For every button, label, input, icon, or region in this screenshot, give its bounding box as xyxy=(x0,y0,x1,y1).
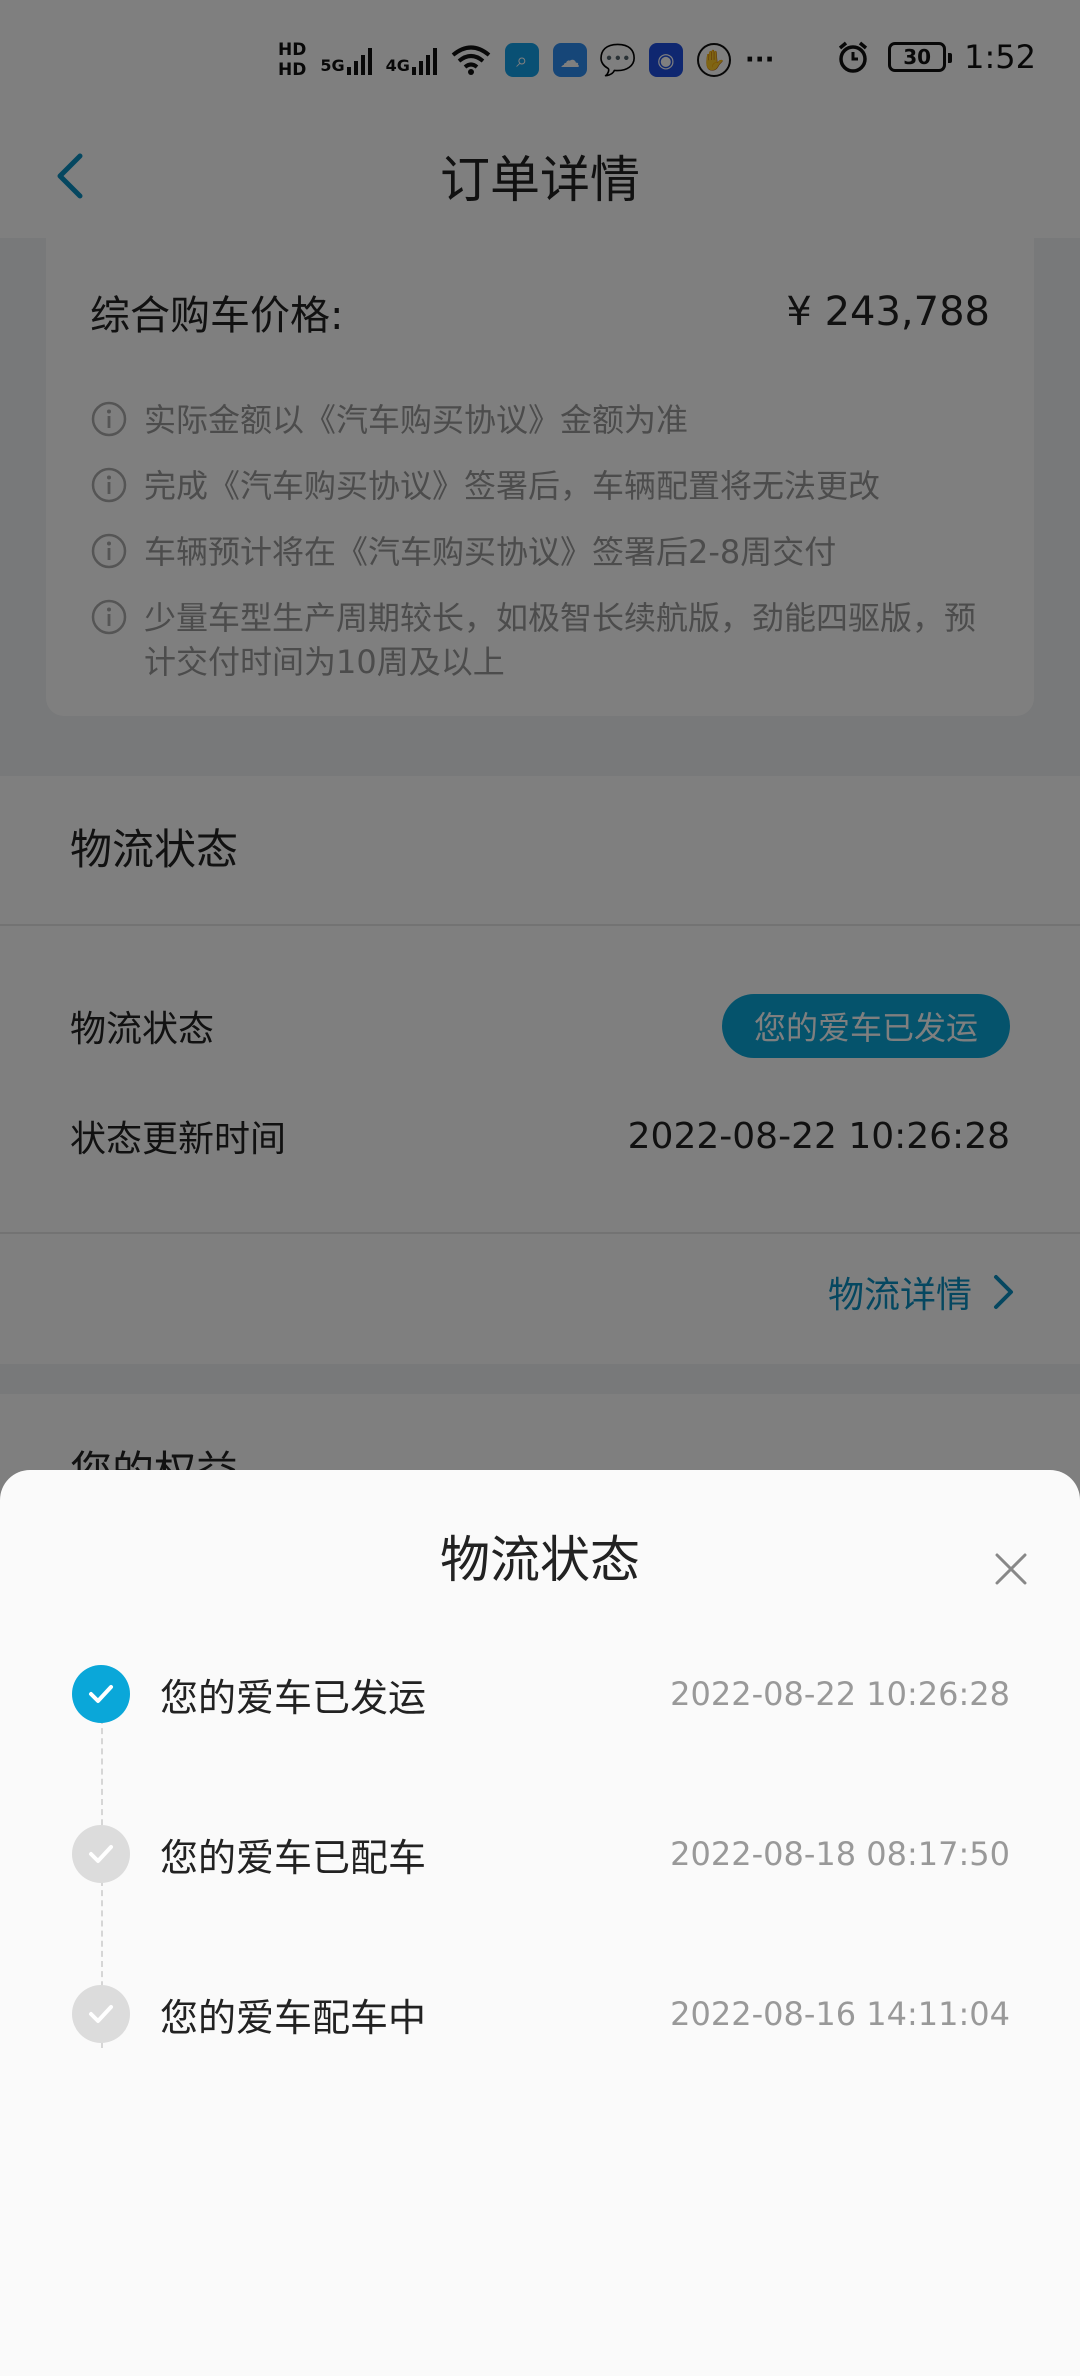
timeline-item-label: 您的爱车已配车 xyxy=(160,1835,427,1880)
check-icon xyxy=(72,1665,130,1723)
timeline-item-time: 2022-08-18 08:17:50 xyxy=(670,1835,1010,1873)
timeline-item-time: 2022-08-22 10:26:28 xyxy=(670,1675,1010,1713)
check-icon xyxy=(72,1825,130,1883)
sheet-title: 物流状态 xyxy=(440,1531,640,1589)
timeline-item-label: 您的爱车已发运 xyxy=(160,1675,427,1720)
timeline-item: 您的爱车配车中 2022-08-16 14:11:04 xyxy=(72,1984,1010,2044)
check-icon xyxy=(72,1985,130,2043)
timeline-item-label: 您的爱车配车中 xyxy=(160,1995,427,2040)
timeline-item: 您的爱车已发运 2022-08-22 10:26:28 xyxy=(72,1664,1010,1724)
close-icon[interactable] xyxy=(994,1552,1028,1586)
timeline-item-time: 2022-08-16 14:11:04 xyxy=(670,1995,1010,2033)
timeline-item: 您的爱车已配车 2022-08-18 08:17:50 xyxy=(72,1824,1010,1884)
logistics-status-sheet: 物流状态 您的爱车已发运 2022-08-22 10:26:28 您的爱车已配车… xyxy=(0,1470,1080,2376)
